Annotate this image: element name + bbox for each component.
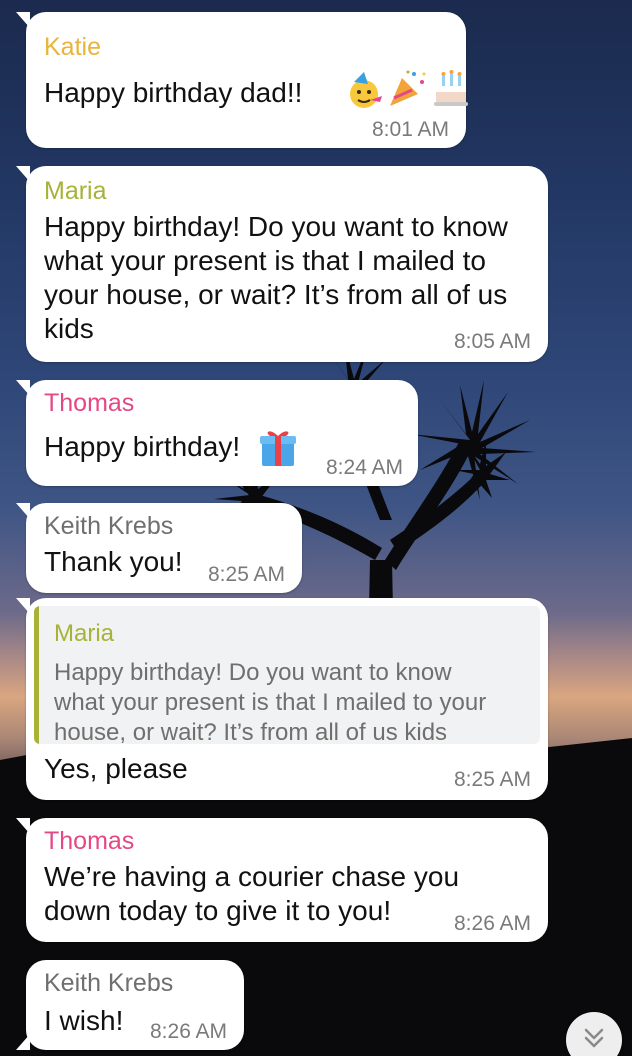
message-bubble-maria[interactable]: Maria Happy birthday! Do you want to kno… <box>16 166 548 362</box>
message-text: Happy birthday dad!! <box>44 77 303 108</box>
party-popper-icon <box>390 70 426 106</box>
gift-icon <box>260 431 296 466</box>
message-timestamp: 8:25 AM <box>454 768 532 791</box>
sender-name[interactable]: Keith Krebs <box>44 968 173 998</box>
birthday-cake-icon <box>434 70 468 106</box>
message-bubble-keith[interactable]: Keith Krebs Thank you! 8:25 AM <box>16 503 302 593</box>
reply-quote-sender: Maria <box>54 620 115 647</box>
sender-name[interactable]: Thomas <box>44 826 134 856</box>
message-text: I wish! <box>44 1005 124 1036</box>
message-timestamp: 8:26 AM <box>150 1020 228 1043</box>
sender-name[interactable]: Keith Krebs <box>44 511 173 541</box>
message-text: Happy birthday! <box>44 431 241 462</box>
message-timestamp: 8:01 AM <box>372 118 450 141</box>
message-text-line-2: what your present is that I mailed to <box>44 245 486 276</box>
message-text: Thank you! <box>44 546 183 577</box>
message-timestamp: 8:26 AM <box>454 912 532 935</box>
reply-quote-line-2: what your present is that I mailed to yo… <box>54 689 487 716</box>
message-text: Yes, please <box>44 753 188 784</box>
message-timestamp: 8:24 AM <box>326 456 404 479</box>
party-face-icon <box>350 72 382 108</box>
message-timestamp: 8:05 AM <box>454 330 532 353</box>
message-bubble-reply[interactable]: Maria Happy birthday! Do you want to kno… <box>16 598 548 800</box>
reply-quote-bar <box>34 606 39 744</box>
message-text-line-4: kids <box>44 313 94 344</box>
message-bubble-thomas[interactable]: Thomas Happy birthday! 8:24 AM <box>16 380 418 486</box>
message-text-line-1: Happy birthday! Do you want to know <box>44 211 508 242</box>
chevron-double-down-icon <box>584 1028 604 1048</box>
message-timestamp: 8:25 AM <box>208 563 286 586</box>
reply-quote-line-1: Happy birthday! Do you want to know <box>54 659 452 686</box>
message-bubble-thomas-2[interactable]: Thomas We’re having a courier chase you … <box>16 818 548 942</box>
message-text-line-3: your house, or wait? It’s from all of us <box>44 279 508 310</box>
message-bubble-keith-2[interactable]: Keith Krebs I wish! 8:26 AM <box>16 960 244 1050</box>
reply-quote[interactable]: Maria Happy birthday! Do you want to kno… <box>34 606 540 744</box>
sender-name[interactable]: Katie <box>44 32 101 62</box>
message-text-line-2: down today to give it to you! <box>44 895 392 926</box>
message-bubble-katie[interactable]: Katie Happy birthday dad!! 8:01 AM <box>16 12 468 148</box>
sender-name[interactable]: Thomas <box>44 388 134 418</box>
reply-quote-line-3: house, or wait? It’s from all of us kids <box>54 719 448 744</box>
message-text-line-1: We’re having a courier chase you <box>44 861 460 892</box>
sender-name[interactable]: Maria <box>44 176 107 206</box>
